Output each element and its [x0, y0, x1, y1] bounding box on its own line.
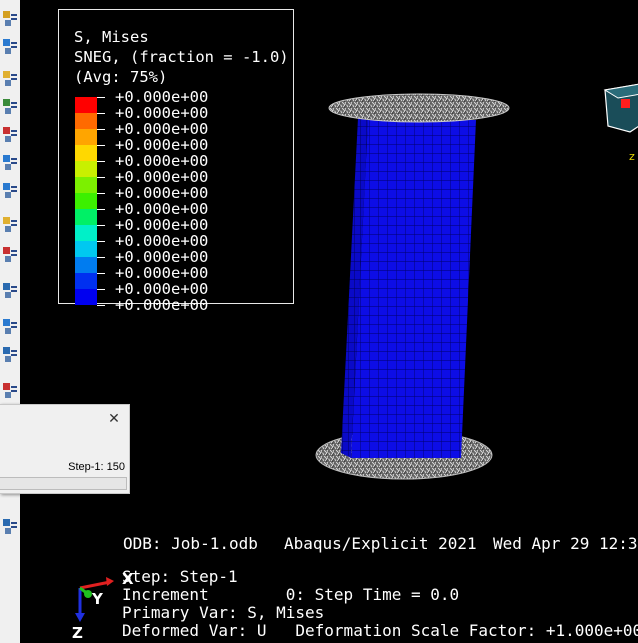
load-icon[interactable] — [1, 152, 19, 172]
stress-plot-icon[interactable] — [1, 244, 19, 264]
legend-title: S, Mises — [74, 28, 149, 46]
progress-bar — [0, 477, 127, 490]
legend-swatch — [75, 257, 97, 273]
legend-tick — [97, 97, 105, 98]
top-plate — [328, 93, 510, 123]
legend-swatch — [75, 97, 97, 113]
field-output-icon[interactable] — [1, 180, 19, 200]
part-icon[interactable] — [1, 8, 19, 28]
contour-legend[interactable]: S, Mises SNEG, (fraction = -1.0) (Avg: 7… — [58, 9, 294, 314]
view-cube-z-label: z — [629, 150, 635, 163]
triad-z-label: Z — [72, 624, 83, 642]
toolbox-strip — [0, 0, 21, 643]
history-output-icon[interactable] — [1, 214, 19, 234]
assembly-icon[interactable] — [1, 68, 19, 88]
legend-swatch — [75, 177, 97, 193]
step-icon[interactable] — [1, 96, 19, 116]
legend-tick — [97, 241, 105, 242]
report-icon[interactable] — [1, 344, 19, 364]
legend-swatch — [75, 129, 97, 145]
column-front-face — [351, 120, 476, 458]
legend-value: +0.000e+00 — [115, 296, 209, 314]
deformed-var-label: Deformed Var: U Deformation Scale Factor… — [122, 621, 638, 640]
job-progress-dialog[interactable]: ✕ Step-1: 150 — [0, 404, 130, 494]
legend-swatch — [75, 225, 97, 241]
view-cube-icon[interactable]: z — [602, 80, 638, 154]
triad-y-label: Y — [92, 590, 103, 608]
legend-swatch — [75, 193, 97, 209]
legend-tick — [97, 177, 105, 178]
step-progress-label: Step-1: 150 — [68, 461, 125, 473]
triad-x-label: X — [122, 570, 134, 588]
increment-label: Increment 0: Step Time = 0.0 — [122, 585, 460, 604]
date-label: Wed Apr 29 12:3 — [493, 534, 638, 553]
legend-tick — [97, 113, 105, 114]
legend-tick — [97, 225, 105, 226]
xy-plot-icon[interactable] — [1, 380, 19, 400]
legend-tick — [97, 145, 105, 146]
legend-tick — [97, 257, 105, 258]
legend-swatch — [75, 273, 97, 289]
step-label: Step: Step-1 — [122, 567, 238, 586]
solver-label: Abaqus/Explicit 2021 — [284, 534, 477, 553]
legend-avg: (Avg: 75%) — [74, 68, 168, 86]
legend-swatch — [75, 145, 97, 161]
legend-subtitle: SNEG, (fraction = -1.0) — [74, 48, 289, 66]
legend-tick — [97, 193, 105, 194]
legend-swatch — [75, 241, 97, 257]
xy-data-icon[interactable] — [1, 316, 19, 336]
table-icon[interactable] — [1, 516, 19, 536]
legend-swatch — [75, 161, 97, 177]
interaction-icon[interactable] — [1, 124, 19, 144]
close-icon[interactable]: ✕ — [107, 411, 121, 425]
legend-tick — [97, 161, 105, 162]
legend-swatch — [75, 113, 97, 129]
legend-tick — [97, 129, 105, 130]
viewport[interactable]: S, Mises SNEG, (fraction = -1.0) (Avg: 7… — [20, 0, 638, 643]
legend-swatch — [75, 289, 97, 305]
table-icon[interactable] — [1, 280, 19, 300]
legend-swatch — [75, 209, 97, 225]
legend-tick — [97, 209, 105, 210]
legend-tick — [97, 289, 105, 290]
primary-var-label: Primary Var: S, Mises — [122, 603, 325, 622]
legend-tick — [97, 305, 105, 306]
odb-label: ODB: Job-1.odb — [123, 534, 258, 553]
mesh-grid-icon[interactable] — [1, 36, 19, 56]
legend-tick — [97, 273, 105, 274]
